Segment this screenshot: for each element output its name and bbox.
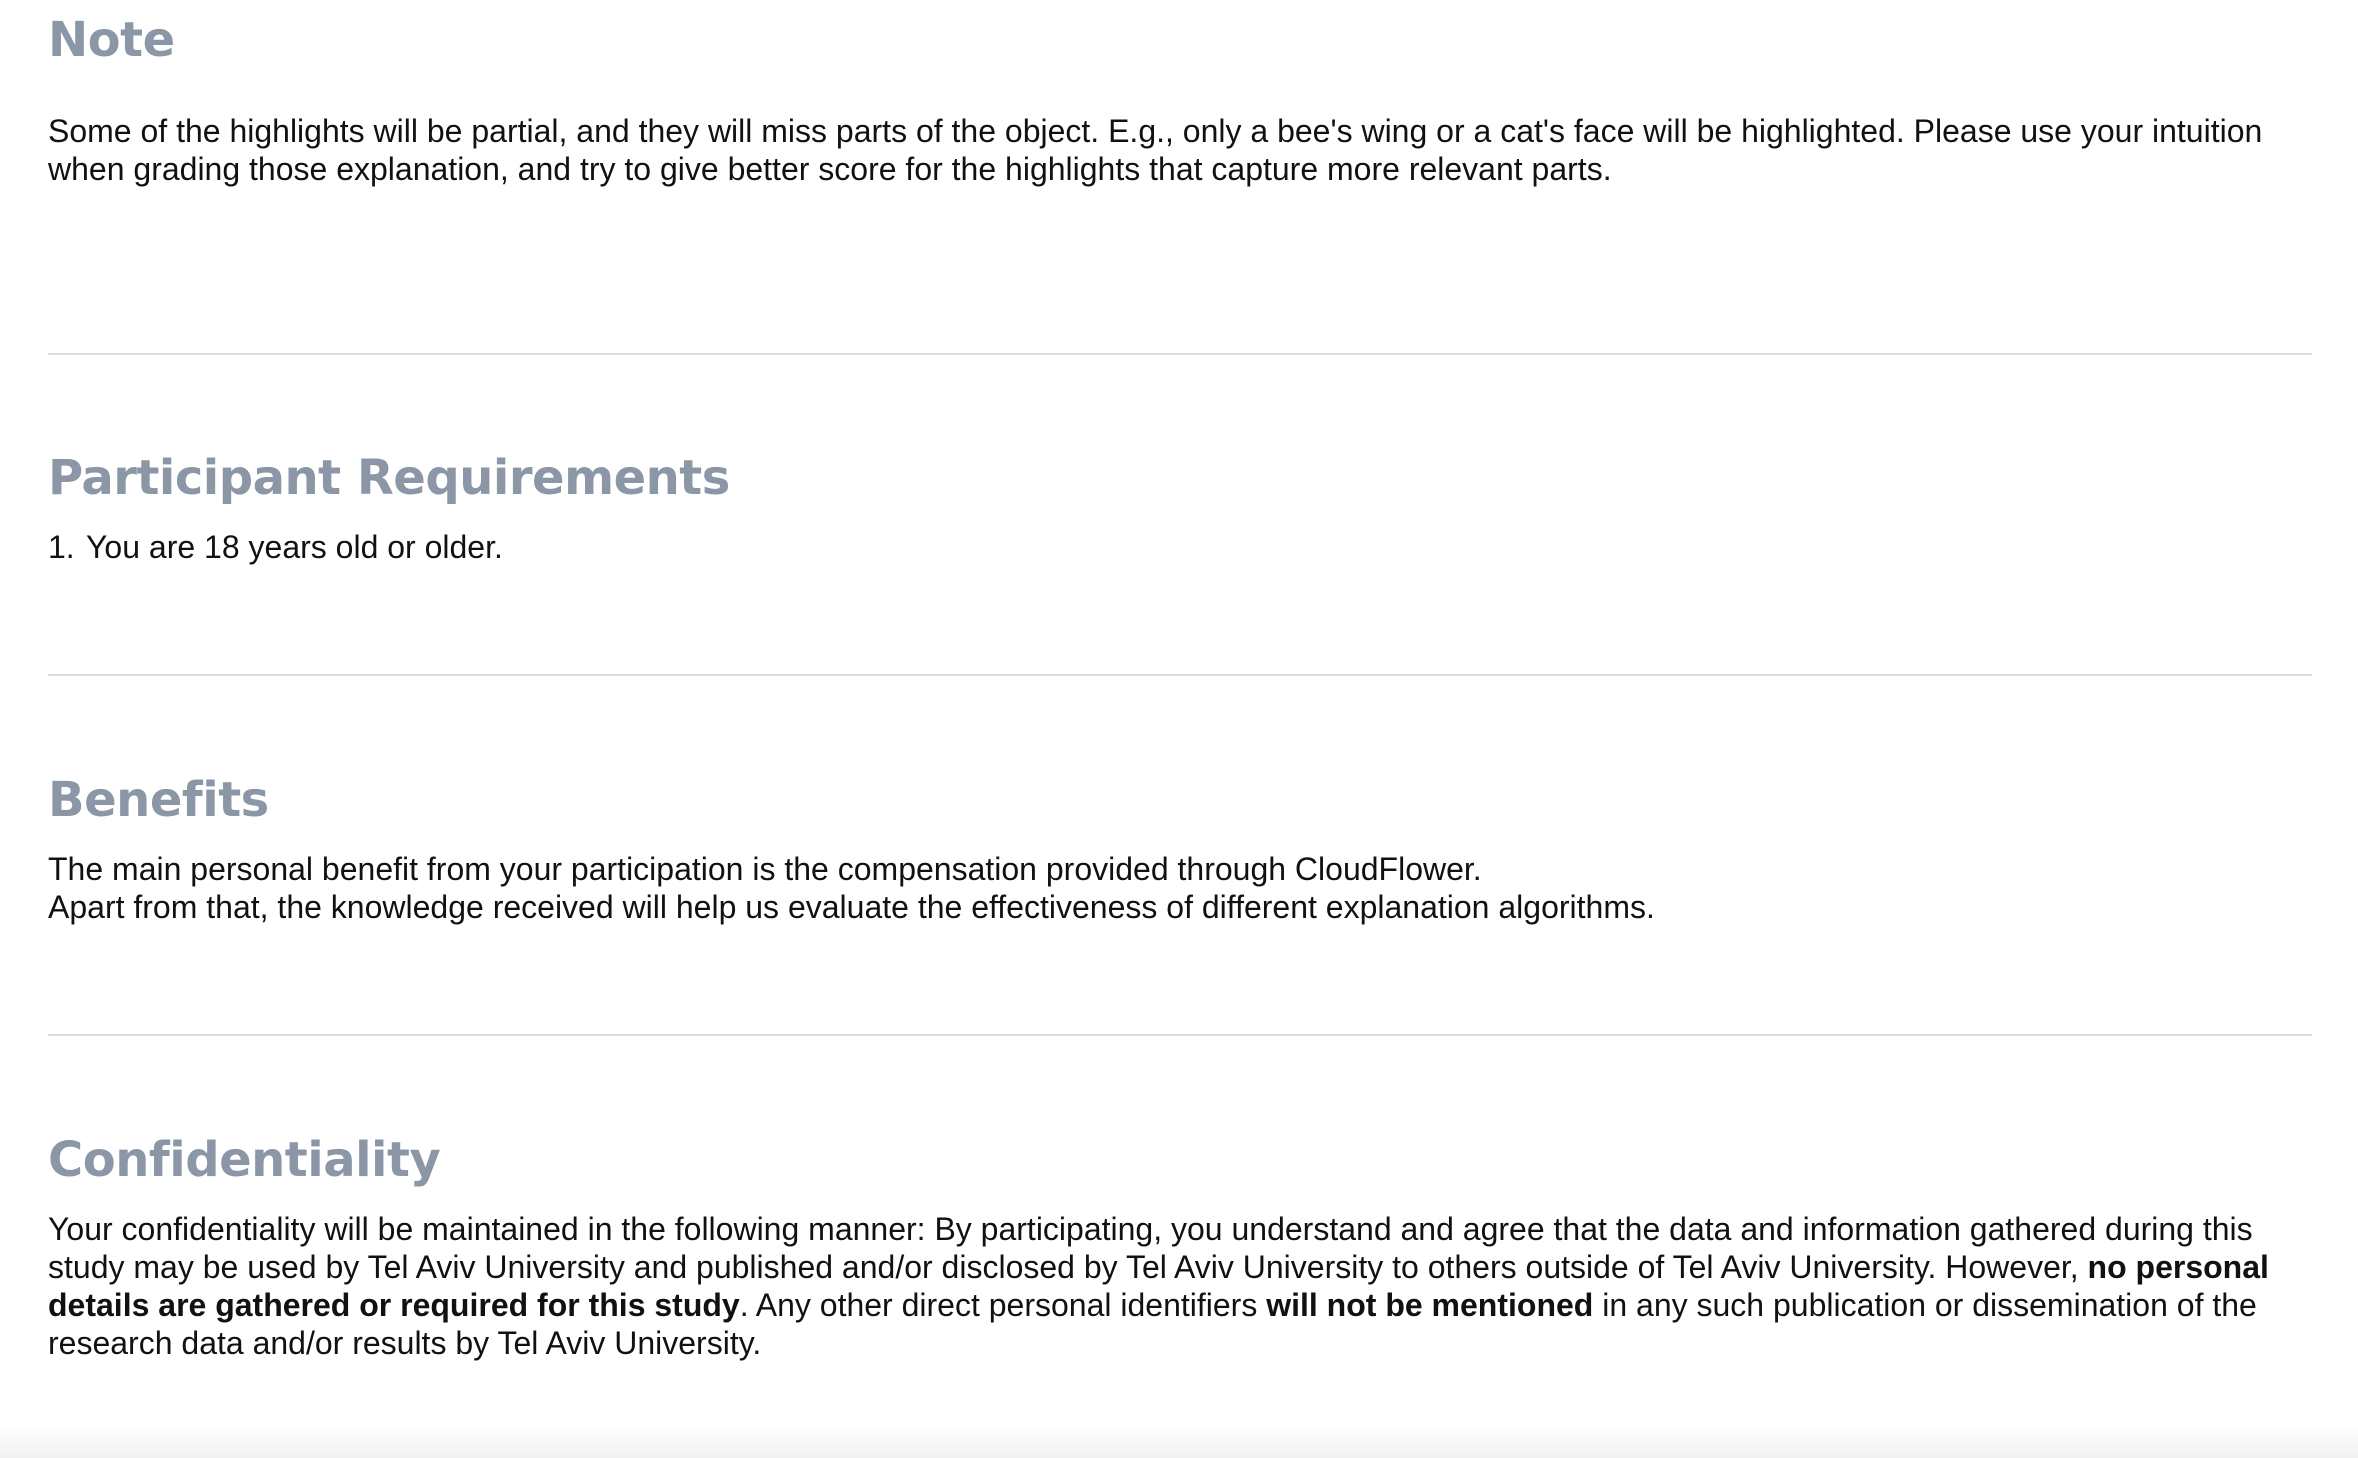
confidentiality-bold-not-mentioned: will not be mentioned [1266,1287,1594,1323]
confidentiality-section: Confidentiality Your confidentiality wil… [48,1130,2313,1362]
benefits-line-1: The main personal benefit from your part… [48,851,1482,887]
note-text: Some of the highlights will be partial, … [48,113,2263,187]
list-item-number: 1. [48,529,75,565]
list-item: 1. You are 18 years old or older. [48,528,2313,566]
benefits-line-2: Apart from that, the knowledge received … [48,889,1655,925]
benefits-section: Benefits The main personal benefit from … [48,770,2313,926]
confidentiality-text-part-2: . Any other direct personal identifiers [739,1287,1267,1323]
note-section: Note Some of the highlights will be part… [48,10,2313,188]
requirements-section: Participant Requirements 1. You are 18 y… [48,448,2313,566]
confidentiality-heading: Confidentiality [48,1132,441,1188]
note-heading: Note [48,12,175,68]
list-item-text: You are 18 years old or older. [86,529,503,565]
divider-3 [48,1034,2312,1036]
confidentiality-text: Your confidentiality will be maintained … [48,1210,2313,1362]
confidentiality-text-part-1: Your confidentiality will be maintained … [48,1211,2253,1285]
benefits-text: The main personal benefit from your part… [48,850,2313,926]
requirements-list: 1. You are 18 years old or older. [48,528,2313,566]
requirements-heading: Participant Requirements [48,450,730,506]
benefits-heading: Benefits [48,772,269,828]
divider-1 [48,353,2312,355]
bottom-edge-shadow [0,1424,2358,1458]
divider-2 [48,674,2312,676]
